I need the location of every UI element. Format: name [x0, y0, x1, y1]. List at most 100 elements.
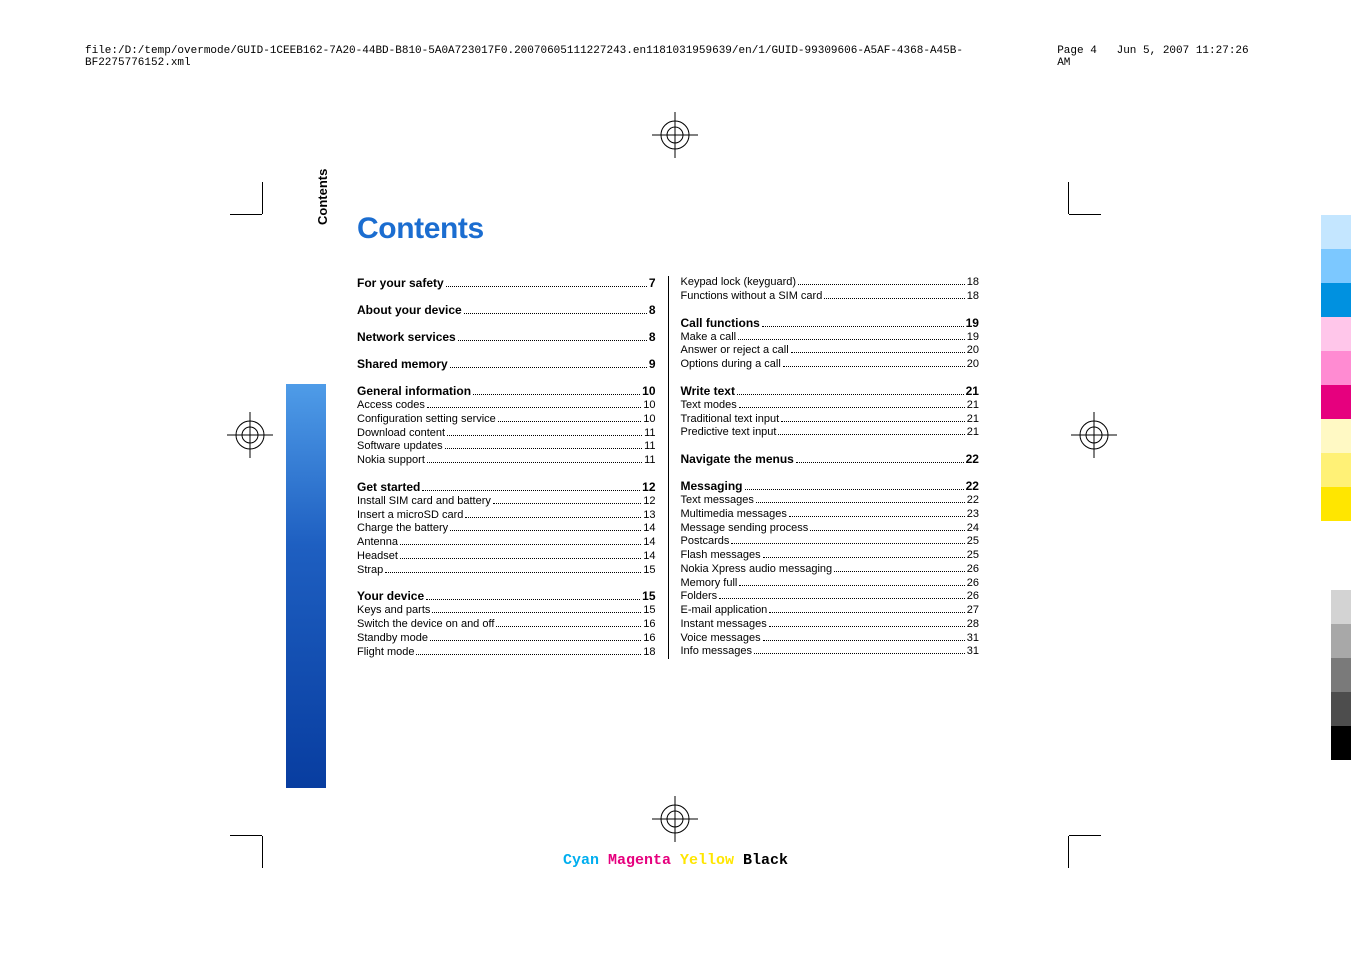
- toc-entry-page: 10: [643, 399, 655, 413]
- toc-entry-page: 21: [967, 413, 979, 427]
- toc-section-heading[interactable]: Navigate the menus22: [680, 452, 979, 467]
- toc-leader-dots: [798, 284, 965, 285]
- toc-section-heading[interactable]: Messaging22: [680, 479, 979, 494]
- toc-entry-page: 15: [643, 564, 655, 578]
- toc-entry[interactable]: Charge the battery 14: [357, 522, 656, 536]
- toc-entry-page: 12: [643, 495, 655, 509]
- toc-entry[interactable]: Access codes10: [357, 399, 656, 413]
- registration-mark-icon: [650, 110, 700, 160]
- toc-entry[interactable]: Strap15: [357, 564, 656, 578]
- toc-entry-label: Headset: [357, 550, 398, 564]
- toc-section-heading[interactable]: Shared memory9: [357, 357, 656, 372]
- toc-entry[interactable]: Keypad lock (keyguard)18: [680, 276, 979, 290]
- toc-section-heading[interactable]: Your device15: [357, 589, 656, 604]
- toc-leader-dots: [756, 502, 965, 503]
- toc-entry[interactable]: Make a call 19: [680, 331, 979, 345]
- page-title: Contents: [357, 212, 484, 246]
- toc-entry-page: 8: [649, 330, 656, 345]
- cyan-label: Cyan: [563, 852, 599, 869]
- toc-entry-page: 23: [967, 508, 979, 522]
- toc-entry-label: Voice messages: [680, 632, 760, 646]
- registration-mark-icon: [1069, 410, 1119, 460]
- toc-entry[interactable]: Download content11: [357, 427, 656, 441]
- toc-leader-dots: [416, 654, 641, 655]
- toc-entry[interactable]: Traditional text input21: [680, 413, 979, 427]
- toc-leader-dots: [719, 598, 965, 599]
- toc-leader-dots: [430, 640, 641, 641]
- toc-entry-page: 21: [967, 426, 979, 440]
- toc-section-heading[interactable]: General information10: [357, 384, 656, 399]
- toc-entry[interactable]: Instant messages28: [680, 618, 979, 632]
- toc-entry[interactable]: Switch the device on and off16: [357, 618, 656, 632]
- toc-leader-dots: [496, 626, 641, 627]
- toc-entry[interactable]: Flight mode18: [357, 646, 656, 660]
- toc-entry-label: Keypad lock (keyguard): [680, 276, 796, 290]
- toc-entry[interactable]: Insert a microSD card13: [357, 509, 656, 523]
- toc-entry[interactable]: Antenna14: [357, 536, 656, 550]
- toc-entry[interactable]: Standby mode16: [357, 632, 656, 646]
- toc-section-heading[interactable]: About your device8: [357, 303, 656, 318]
- toc-section-heading[interactable]: Network services8: [357, 330, 656, 345]
- toc-entry[interactable]: Voice messages31: [680, 632, 979, 646]
- toc-entry[interactable]: Text modes21: [680, 399, 979, 413]
- toc-entry[interactable]: Folders26: [680, 590, 979, 604]
- toc-entry[interactable]: Multimedia messages23: [680, 508, 979, 522]
- toc-section-heading[interactable]: For your safety 7: [357, 276, 656, 291]
- left-blue-panel: [286, 384, 326, 788]
- toc-entry-page: 21: [966, 384, 979, 399]
- toc-entry-label: Postcards: [680, 535, 729, 549]
- toc-entry[interactable]: Flash messages25: [680, 549, 979, 563]
- toc-entry-label: General information: [357, 384, 471, 399]
- toc-entry-page: 25: [967, 535, 979, 549]
- toc-leader-dots: [731, 543, 964, 544]
- toc-entry[interactable]: Text messages22: [680, 494, 979, 508]
- toc-entry-label: Memory full: [680, 577, 737, 591]
- toc-entry-page: 9: [649, 357, 656, 372]
- toc-entry[interactable]: Nokia support11: [357, 454, 656, 468]
- toc-leader-dots: [739, 407, 965, 408]
- toc-entry-page: 19: [967, 331, 979, 345]
- toc-entry[interactable]: Configuration setting service10: [357, 413, 656, 427]
- toc-leader-dots: [810, 530, 964, 531]
- toc-entry-page: 15: [643, 604, 655, 618]
- toc-leader-dots: [791, 352, 965, 353]
- toc-section-heading[interactable]: Call functions19: [680, 316, 979, 331]
- toc-entry[interactable]: Software updates11: [357, 440, 656, 454]
- toc-entry[interactable]: Headset 14: [357, 550, 656, 564]
- file-path: file:/D:/temp/overmode/GUID-1CEEB162-7A2…: [85, 45, 1057, 69]
- toc-section-heading[interactable]: Get started12: [357, 480, 656, 495]
- toc-entry-page: 20: [967, 344, 979, 358]
- toc-entry-page: 22: [966, 452, 979, 467]
- toc-entry-label: Functions without a SIM card: [680, 290, 822, 304]
- toc-entry[interactable]: Functions without a SIM card18: [680, 290, 979, 304]
- toc-entry-label: Software updates: [357, 440, 443, 454]
- toc-entry[interactable]: E-mail application27: [680, 604, 979, 618]
- toc-entry-page: 8: [649, 303, 656, 318]
- toc-entry[interactable]: Options during a call20: [680, 358, 979, 372]
- toc-entry[interactable]: Keys and parts15: [357, 604, 656, 618]
- toc-entry-label: Nokia Xpress audio messaging: [680, 563, 832, 577]
- toc-entry-label: Options during a call: [680, 358, 780, 372]
- toc-entry[interactable]: Nokia Xpress audio messaging26: [680, 563, 979, 577]
- toc-entry-page: 14: [643, 522, 655, 536]
- toc-leader-dots: [769, 612, 964, 613]
- toc-entry[interactable]: Predictive text input21: [680, 426, 979, 440]
- toc-entry[interactable]: Answer or reject a call20: [680, 344, 979, 358]
- toc-entry-label: Standby mode: [357, 632, 428, 646]
- toc-leader-dots: [789, 516, 965, 517]
- toc-entry[interactable]: Message sending process24: [680, 522, 979, 536]
- toc-entry-page: 14: [643, 550, 655, 564]
- toc-entry[interactable]: Postcards 25: [680, 535, 979, 549]
- toc-divider: [668, 276, 669, 659]
- toc-entry-page: 11: [644, 427, 655, 441]
- toc-entry[interactable]: Memory full26: [680, 577, 979, 591]
- color-strip-right-top: [1321, 215, 1351, 521]
- toc-entry-label: Make a call: [680, 331, 736, 345]
- toc-entry[interactable]: Info messages31: [680, 645, 979, 659]
- toc-leader-dots: [498, 421, 641, 422]
- toc-entry-label: Charge the battery: [357, 522, 448, 536]
- toc-leader-dots: [447, 435, 642, 436]
- toc-entry[interactable]: Install SIM card and battery12: [357, 495, 656, 509]
- toc-section-heading[interactable]: Write text 21: [680, 384, 979, 399]
- toc-entry-label: Write text: [680, 384, 734, 399]
